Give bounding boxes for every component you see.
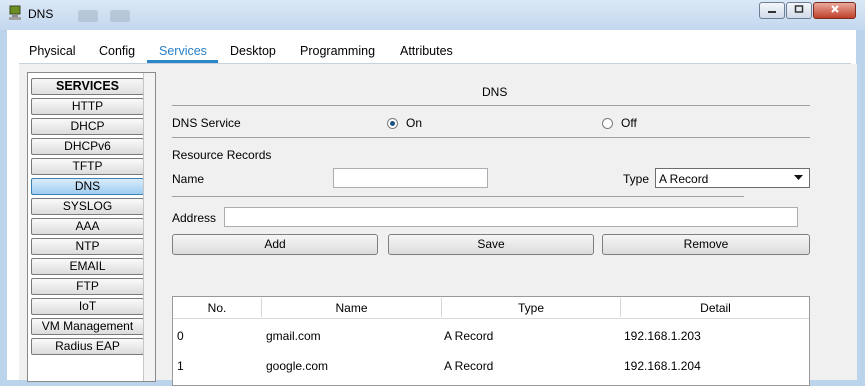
cell-no: 0 [177,329,184,343]
cell-detail: 192.168.1.204 [624,359,701,373]
tab-bar: Physical Config Services Desktop Program… [17,38,856,64]
sidebar-item-dhcp[interactable]: DHCP [31,118,144,135]
add-button[interactable]: Add [172,234,378,255]
type-select[interactable]: A Record [655,168,810,188]
column-header-name[interactable]: Name [262,301,441,315]
close-button[interactable] [813,2,856,19]
divider [172,196,744,197]
sidebar-item-ftp[interactable]: FTP [31,278,144,295]
column-header-detail[interactable]: Detail [621,301,810,315]
column-header-no[interactable]: No. [173,301,261,315]
name-input[interactable] [333,168,488,188]
table-header: No. Name Type Detail [173,297,809,319]
radio-selected-dot [390,121,395,126]
dns-config-area: DNS DNS Service On Off Resource Records … [172,64,840,386]
cell-detail: 192.168.1.203 [624,329,701,343]
tab-desktop[interactable]: Desktop [230,44,276,58]
chevron-down-icon [794,175,803,180]
tab-physical[interactable]: Physical [29,44,76,58]
sidebar-item-ntp[interactable]: NTP [31,238,144,255]
remove-button[interactable]: Remove [602,234,810,255]
sidebar-item-http[interactable]: HTTP [31,98,144,115]
save-button[interactable]: Save [388,234,594,255]
title-bar: DNS [0,0,865,30]
dns-on-radio[interactable] [387,118,398,129]
app-icon [9,5,21,20]
dns-heading: DNS [482,85,508,99]
sidebar-item-email[interactable]: EMAIL [31,258,144,275]
cell-type: A Record [444,359,494,373]
sidebar-item-vm-management[interactable]: VM Management [31,318,144,335]
type-label: Type [623,172,650,186]
dns-service-label: DNS Service [172,116,241,130]
sidebar-item-aaa[interactable]: AAA [31,218,144,235]
services-list: SERVICES HTTP DHCP DHCPv6 TFTP DNS SYSLO… [27,72,156,382]
cell-type: A Record [444,329,494,343]
services-header: SERVICES [31,78,144,95]
sidebar-item-dns[interactable]: DNS [31,178,144,195]
cell-no: 1 [177,359,184,373]
maximize-button[interactable] [786,2,812,19]
device-window: Physical Config Services Desktop Program… [7,30,857,386]
records-table: No. Name Type Detail 0 gmail.com A Recor… [172,296,810,386]
type-select-value: A Record [659,172,709,186]
tab-attributes[interactable]: Attributes [400,44,453,58]
dns-off-label: Off [621,116,637,130]
close-icon [830,5,839,13]
minimize-icon [768,11,776,13]
sidebar-item-radius-eap[interactable]: Radius EAP [31,338,144,355]
sidebar-item-dhcpv6[interactable]: DHCPv6 [31,138,144,155]
address-input[interactable] [224,207,798,227]
column-header-type[interactable]: Type [442,301,620,315]
dns-off-radio[interactable] [602,118,613,129]
minimize-button[interactable] [759,2,785,19]
address-label: Address [172,211,217,225]
window-title: DNS [28,7,54,21]
tab-config[interactable]: Config [99,44,135,58]
services-panel: SERVICES HTTP DHCP DHCPv6 TFTP DNS SYSLO… [19,64,857,386]
sidebar-item-tftp[interactable]: TFTP [31,158,144,175]
sidebar-item-syslog[interactable]: SYSLOG [31,198,144,215]
resource-records-label: Resource Records [172,148,272,162]
services-scrollbar[interactable] [143,73,155,381]
taskbar-ghost-icon [78,10,98,22]
maximize-icon [794,5,804,13]
taskbar-ghost-icon [110,10,130,22]
dns-on-label: On [406,116,423,130]
tab-programming[interactable]: Programming [300,44,375,58]
cell-name: gmail.com [266,329,321,343]
tab-services[interactable]: Services [159,44,207,58]
sidebar-item-iot[interactable]: IoT [31,298,144,315]
name-label: Name [172,172,205,186]
cell-name: google.com [266,359,329,373]
divider [172,105,810,106]
divider [172,137,810,138]
